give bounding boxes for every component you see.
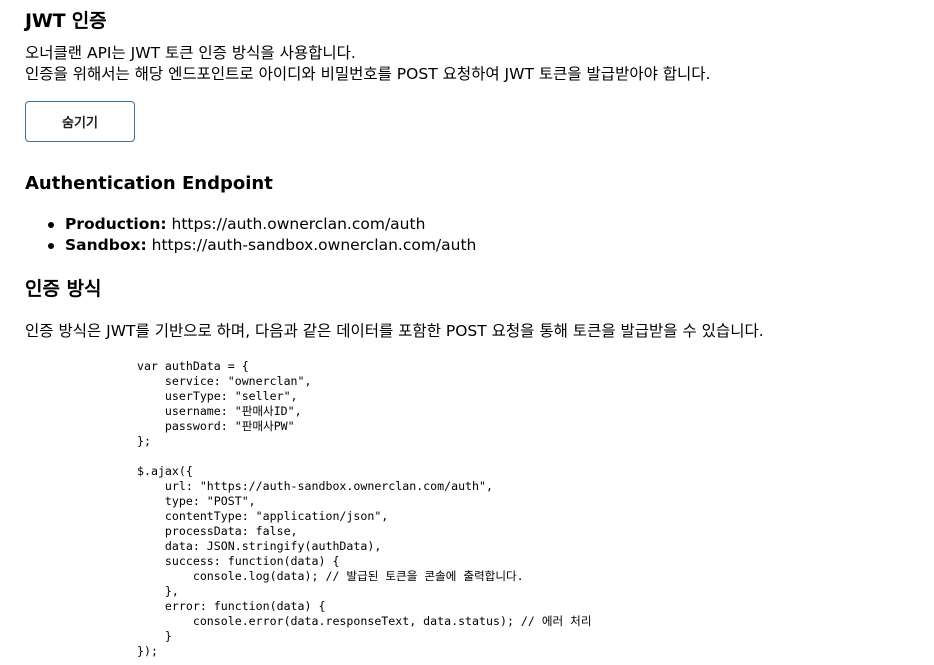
auth-method-description: 인증 방식은 JWT를 기반으로 하며, 다음과 같은 데이터를 포함한 POS… xyxy=(25,322,764,340)
endpoint-list: Production: https://auth.ownerclan.com/a… xyxy=(25,214,476,256)
auth-method-heading: 인증 방식 xyxy=(25,278,102,300)
code-sample: var authData = { service: "ownerclan", u… xyxy=(137,359,592,658)
list-item-sandbox: Sandbox: https://auth-sandbox.ownerclan.… xyxy=(47,235,477,256)
endpoint-label: Sandbox: xyxy=(65,236,147,254)
jwt-auth-heading: JWT 인증 xyxy=(25,10,107,32)
auth-endpoint-heading: Authentication Endpoint xyxy=(25,173,273,194)
hide-button[interactable]: 숨기기 xyxy=(25,101,135,142)
list-item-production: Production: https://auth.ownerclan.com/a… xyxy=(47,214,476,235)
endpoint-label: Production: xyxy=(65,215,167,233)
jwt-intro-line-2: 인증을 위해서는 해당 엔드포인트로 아이디와 비밀번호를 POST 요청하여 … xyxy=(25,65,711,83)
endpoint-url: https://auth-sandbox.ownerclan.com/auth xyxy=(146,236,477,254)
jwt-intro-line-1: 오너클랜 API는 JWT 토큰 인증 방식을 사용합니다. xyxy=(25,44,356,62)
endpoint-url: https://auth.ownerclan.com/auth xyxy=(166,215,426,233)
